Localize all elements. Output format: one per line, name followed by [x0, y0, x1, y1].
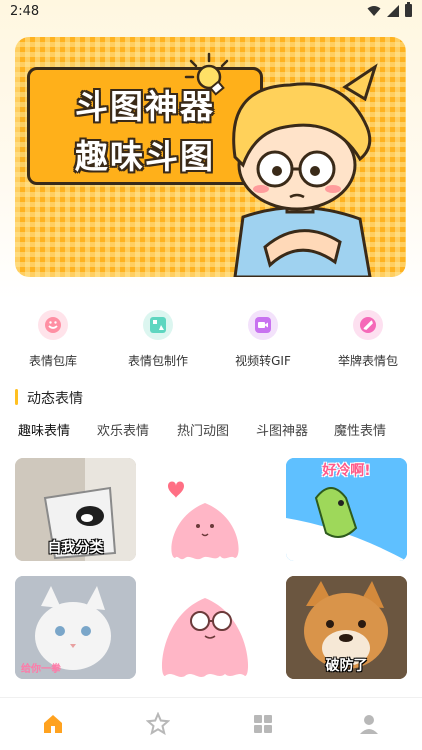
user-icon[interactable] [357, 712, 381, 736]
tab-hot-gifs[interactable]: 热门动图 [177, 420, 229, 439]
emoji-card[interactable] [150, 458, 271, 561]
tab-happy-emoji[interactable]: 欢乐表情 [97, 420, 149, 439]
emoji-card[interactable]: 给你一拳 [15, 576, 136, 679]
section-title: 动态表情 [27, 391, 83, 407]
signal-icon [387, 4, 399, 17]
tab-meme-tool[interactable]: 斗图神器 [256, 420, 308, 439]
emoji-caption: 好冷啊! [322, 463, 371, 479]
feature-row: 表情包库 表情包制作 视频转GIF 举牌表情包 [0, 308, 422, 373]
tab-crazy-emoji[interactable]: 魔性表情 [334, 420, 386, 439]
feature-video-to-gif[interactable]: 视频转GIF [213, 308, 313, 373]
emoji-caption: 给你一拳 [21, 664, 61, 675]
emoji-card[interactable]: 自我分类 [15, 458, 136, 561]
emoji-image [161, 598, 249, 677]
feature-label: 举牌表情包 [337, 354, 398, 368]
emoji-card[interactable] [150, 576, 271, 679]
video-icon [248, 310, 278, 340]
bottom-nav [0, 697, 422, 750]
star-badge-icon[interactable] [146, 712, 170, 736]
feature-emoji-maker[interactable]: 表情包制作 [108, 308, 208, 373]
image-edit-icon [143, 310, 173, 340]
category-tabs: 趣味表情 欢乐表情 热门动图 斗图神器 魔性表情 [0, 420, 422, 444]
feature-emoji-library[interactable]: 表情包库 [3, 308, 103, 373]
tab-fun-emoji[interactable]: 趣味表情 [18, 420, 70, 439]
promo-banner[interactable]: 斗图神器 趣味斗图 [15, 37, 406, 277]
emoji-card[interactable]: 破防了 [286, 576, 407, 679]
status-time: 2:48 [10, 4, 40, 19]
emoji-image [168, 481, 239, 560]
sign-icon [353, 310, 383, 340]
grid-icon[interactable] [251, 712, 275, 736]
status-icons [367, 2, 412, 17]
feature-label: 视频转GIF [235, 354, 291, 368]
home-icon[interactable] [41, 712, 65, 736]
battery-icon [405, 2, 412, 17]
feature-label: 表情包制作 [127, 354, 188, 368]
wifi-icon [367, 5, 381, 16]
emoji-caption: 自我分类 [47, 540, 104, 556]
section-accent-bar [15, 389, 18, 405]
emoji-card[interactable]: 好冷啊! [286, 458, 407, 561]
feature-sign-emoji[interactable]: 举牌表情包 [318, 308, 418, 373]
banner-cartoon-character [232, 63, 378, 277]
smile-icon [38, 310, 68, 340]
feature-label: 表情包库 [28, 354, 77, 368]
status-bar: 2:48 [0, 0, 422, 26]
emoji-caption: 破防了 [325, 658, 368, 674]
